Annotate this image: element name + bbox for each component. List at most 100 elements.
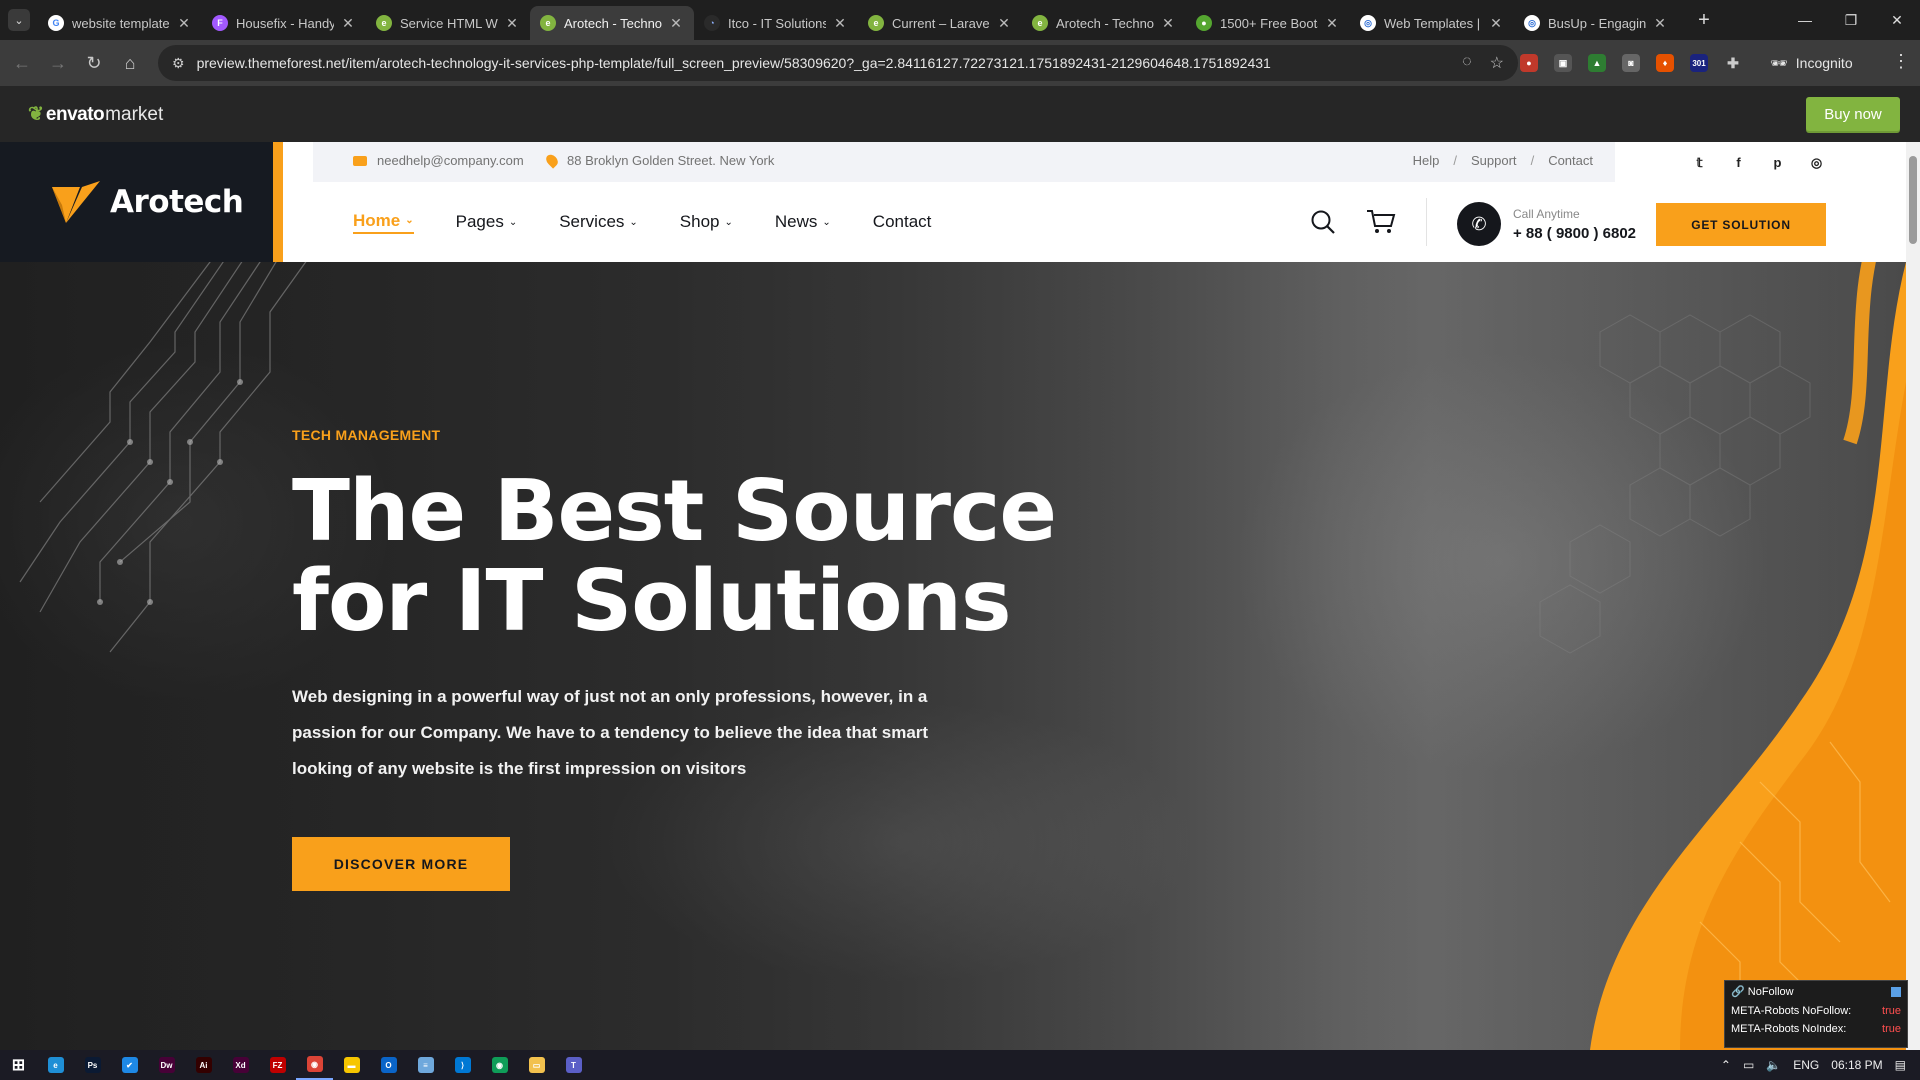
extension-grey-icon[interactable]: ▣ [1554, 54, 1572, 72]
contact-link[interactable]: Contact [1548, 153, 1593, 168]
extension-orange-icon[interactable]: ♦ [1656, 54, 1674, 72]
dreamweaver-icon[interactable]: Dw [148, 1050, 185, 1080]
notepad-icon[interactable]: ≡ [407, 1050, 444, 1080]
cart-icon[interactable] [1366, 209, 1396, 235]
chevron-down-icon: ⌄ [405, 215, 414, 226]
file-explorer-icon[interactable]: ▭ [518, 1050, 555, 1080]
site-info-icon[interactable]: ⚙ [172, 55, 185, 72]
home-icon[interactable]: ⌂ [112, 45, 148, 81]
discover-more-button[interactable]: DISCOVER MORE [292, 837, 510, 891]
buy-now-button[interactable]: Buy now [1806, 97, 1900, 131]
page-scrollbar[interactable] [1906, 142, 1920, 1050]
incognito-indicator[interactable]: 🕶 Incognito [1770, 47, 1853, 79]
eye-off-icon[interactable]: ◌ [1462, 53, 1472, 73]
topbar-address: 88 Broklyn Golden Street. New York [543, 152, 774, 169]
browser-tab[interactable]: e Arotech - Technol ✕ [1022, 6, 1186, 40]
menu-shop[interactable]: Shop ⌄ [680, 212, 733, 232]
browser-tab[interactable]: ● 1500+ Free Boots ✕ [1186, 6, 1350, 40]
illustrator-icon[interactable]: Ai [185, 1050, 222, 1080]
envato-logo[interactable]: ❦ envato market [28, 103, 163, 126]
tab-close-icon[interactable]: ✕ [1160, 15, 1176, 32]
tab-close-icon[interactable]: ✕ [1488, 15, 1504, 32]
search-icon[interactable] [1310, 209, 1336, 235]
address-bar[interactable]: ⚙ preview.themeforest.net/item/arotech-t… [158, 45, 1518, 81]
pinterest-icon[interactable]: p [1771, 156, 1784, 169]
sticky-notes-icon[interactable]: ▬ [333, 1050, 370, 1080]
browser-tab[interactable]: Gwebsite template ✕ [38, 6, 202, 40]
tray-overflow-icon[interactable]: ⌃ [1721, 1058, 1731, 1072]
get-solution-button[interactable]: GET SOLUTION [1656, 203, 1826, 246]
volume-icon[interactable]: 🔈 [1766, 1058, 1781, 1072]
filezilla-icon[interactable]: FZ [259, 1050, 296, 1080]
nofollow-extension-panel: 🔗 NoFollow META-Robots NoFollow: true MET… [1724, 980, 1908, 1048]
browser-tab[interactable]: e Current – Laravel ✕ [858, 6, 1022, 40]
browser-tab[interactable]: e Service HTML We ✕ [366, 6, 530, 40]
browser-tab[interactable]: ◎ Web Templates | ✕ [1350, 6, 1514, 40]
envato-leaf-icon: ❦ [28, 104, 44, 125]
tab-close-icon[interactable]: ✕ [996, 15, 1012, 32]
camera-extension-icon[interactable]: ◙ [1622, 54, 1640, 72]
chrome-2-icon[interactable]: ◉ [481, 1050, 518, 1080]
menu-news[interactable]: News ⌄ [775, 212, 831, 232]
photoshop-icon[interactable]: Ps [74, 1050, 111, 1080]
menu-services[interactable]: Services ⌄ [559, 212, 638, 232]
new-tab-button[interactable]: + [1690, 9, 1718, 32]
scrollbar-thumb[interactable] [1909, 156, 1917, 244]
twitter-icon[interactable]: 𝕥 [1693, 156, 1706, 169]
outlook-icon[interactable]: O [370, 1050, 407, 1080]
forward-icon[interactable]: → [40, 45, 76, 81]
browser-menu-icon[interactable]: ⋮ [1892, 51, 1910, 72]
redirect-extension-icon[interactable]: 301 [1690, 54, 1708, 72]
windows-start-icon[interactable]: ⊞ [0, 1050, 37, 1080]
vscode-icon[interactable]: ⟩ [444, 1050, 481, 1080]
nofollow-title: NoFollow [1747, 986, 1794, 998]
language-indicator[interactable]: ENG [1793, 1058, 1819, 1072]
call-anytime[interactable]: ✆ Call Anytime + 88 ( 9800 ) 6802 [1457, 202, 1636, 246]
teams-icon[interactable]: T [555, 1050, 592, 1080]
reload-icon[interactable]: ↻ [76, 45, 112, 81]
restore-icon[interactable]: ❐ [1828, 0, 1874, 40]
browser-tab[interactable]: e Arotech - Technol ✕ [530, 6, 694, 40]
clock[interactable]: 06:18 PM [1831, 1058, 1882, 1072]
menu-contact[interactable]: Contact [873, 212, 932, 232]
browser-tab[interactable]: F Housefix - Handy ✕ [202, 6, 366, 40]
notifications-icon[interactable]: ▤ [1895, 1058, 1906, 1072]
website-preview: needhelp@company.com 88 Broklyn Golden S… [0, 142, 1906, 1050]
extension-red-icon[interactable]: ● [1520, 54, 1538, 72]
system-tray: ⌃ ▭ 🔈 ENG 06:18 PM ▤ [1721, 1050, 1920, 1080]
support-link[interactable]: Support [1471, 153, 1517, 168]
menu-home[interactable]: Home ⌄ [353, 211, 414, 234]
menu-pages[interactable]: Pages ⌄ [456, 212, 518, 232]
tab-search-icon[interactable]: ⌄ [8, 9, 30, 31]
tab-close-icon[interactable]: ✕ [832, 15, 848, 32]
site-logo[interactable]: Arotech [0, 142, 273, 262]
extension-green-icon[interactable]: ▲ [1588, 54, 1606, 72]
close-window-icon[interactable]: ✕ [1874, 0, 1920, 40]
tab-favicon-icon: F [212, 15, 228, 31]
network-icon[interactable]: ▭ [1743, 1058, 1754, 1072]
tab-close-icon[interactable]: ✕ [176, 15, 192, 32]
tab-close-icon[interactable]: ✕ [668, 15, 684, 32]
back-icon[interactable]: ← [4, 45, 40, 81]
browser-tab[interactable]: ◎ BusUp - Engaging ✕ [1514, 6, 1678, 40]
hero-title-line-1: The Best Source [292, 462, 1057, 561]
vscode-blue-icon[interactable]: ✔ [111, 1050, 148, 1080]
help-link[interactable]: Help [1413, 153, 1440, 168]
facebook-icon[interactable]: f [1732, 156, 1745, 169]
edge-icon[interactable]: e [37, 1050, 74, 1080]
browser-tab[interactable]: ◔ Itco - IT Solutions ✕ [694, 6, 858, 40]
tab-close-icon[interactable]: ✕ [504, 15, 520, 32]
tab-close-icon[interactable]: ✕ [1324, 15, 1340, 32]
nofollow-toggle[interactable] [1891, 986, 1901, 997]
window-controls: — ❐ ✕ [1782, 0, 1920, 40]
xd-icon[interactable]: Xd [222, 1050, 259, 1080]
tab-close-icon[interactable]: ✕ [1652, 15, 1668, 32]
minimize-icon[interactable]: — [1782, 0, 1828, 40]
bookmark-star-icon[interactable]: ☆ [1490, 53, 1504, 73]
topbar-email[interactable]: needhelp@company.com [353, 153, 524, 168]
url-text[interactable]: preview.themeforest.net/item/arotech-tec… [197, 55, 1463, 71]
extensions-puzzle-icon[interactable]: ✚ [1724, 54, 1742, 72]
tab-close-icon[interactable]: ✕ [340, 15, 356, 32]
instagram-icon[interactable]: ◎ [1810, 156, 1823, 169]
chrome-icon[interactable]: ◉ [296, 1050, 333, 1080]
